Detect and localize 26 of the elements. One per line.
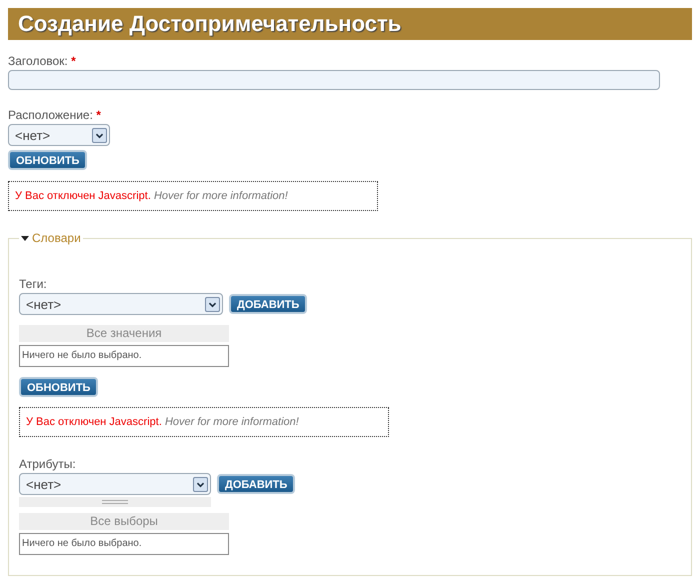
update-button[interactable]: ОБНОВИТЬ	[8, 150, 88, 170]
javascript-notice: У Вас отключен Javascript. Hover for more information!	[19, 407, 389, 437]
selection-box: Ничего не было выбрано.	[19, 533, 229, 555]
caret-icon	[205, 296, 220, 312]
select-field[interactable]: <нет>	[8, 124, 110, 146]
caret-icon	[92, 128, 107, 142]
grip-icon	[102, 500, 128, 504]
resize-handle[interactable]	[19, 497, 211, 507]
field-label: Заголовок: *	[8, 54, 77, 68]
add-button[interactable]: ДОБАВИТЬ	[229, 294, 308, 314]
caret-icon	[193, 476, 208, 492]
field-label: Расположение: *	[8, 108, 102, 122]
title-input[interactable]	[8, 70, 660, 90]
field-label: Атрибуты:	[19, 457, 77, 471]
javascript-notice: У Вас отключен Javascript. Hover for more information!	[8, 181, 378, 211]
fieldset-legend[interactable]: Словари	[19, 231, 83, 245]
triangle-icon	[21, 234, 29, 242]
field-label: Теги:	[19, 277, 48, 291]
select-field[interactable]: <нет>	[19, 473, 211, 495]
select-field[interactable]: <нет>	[19, 293, 223, 315]
add-button[interactable]: ДОБАВИТЬ	[217, 474, 296, 494]
page-title: Создание Достопримечательность	[8, 8, 692, 40]
list-header: Все значения	[19, 325, 229, 342]
update-button[interactable]: ОБНОВИТЬ	[19, 377, 98, 397]
list-header: Все выборы	[19, 513, 229, 530]
selection-box: Ничего не было выбрано.	[19, 345, 229, 367]
